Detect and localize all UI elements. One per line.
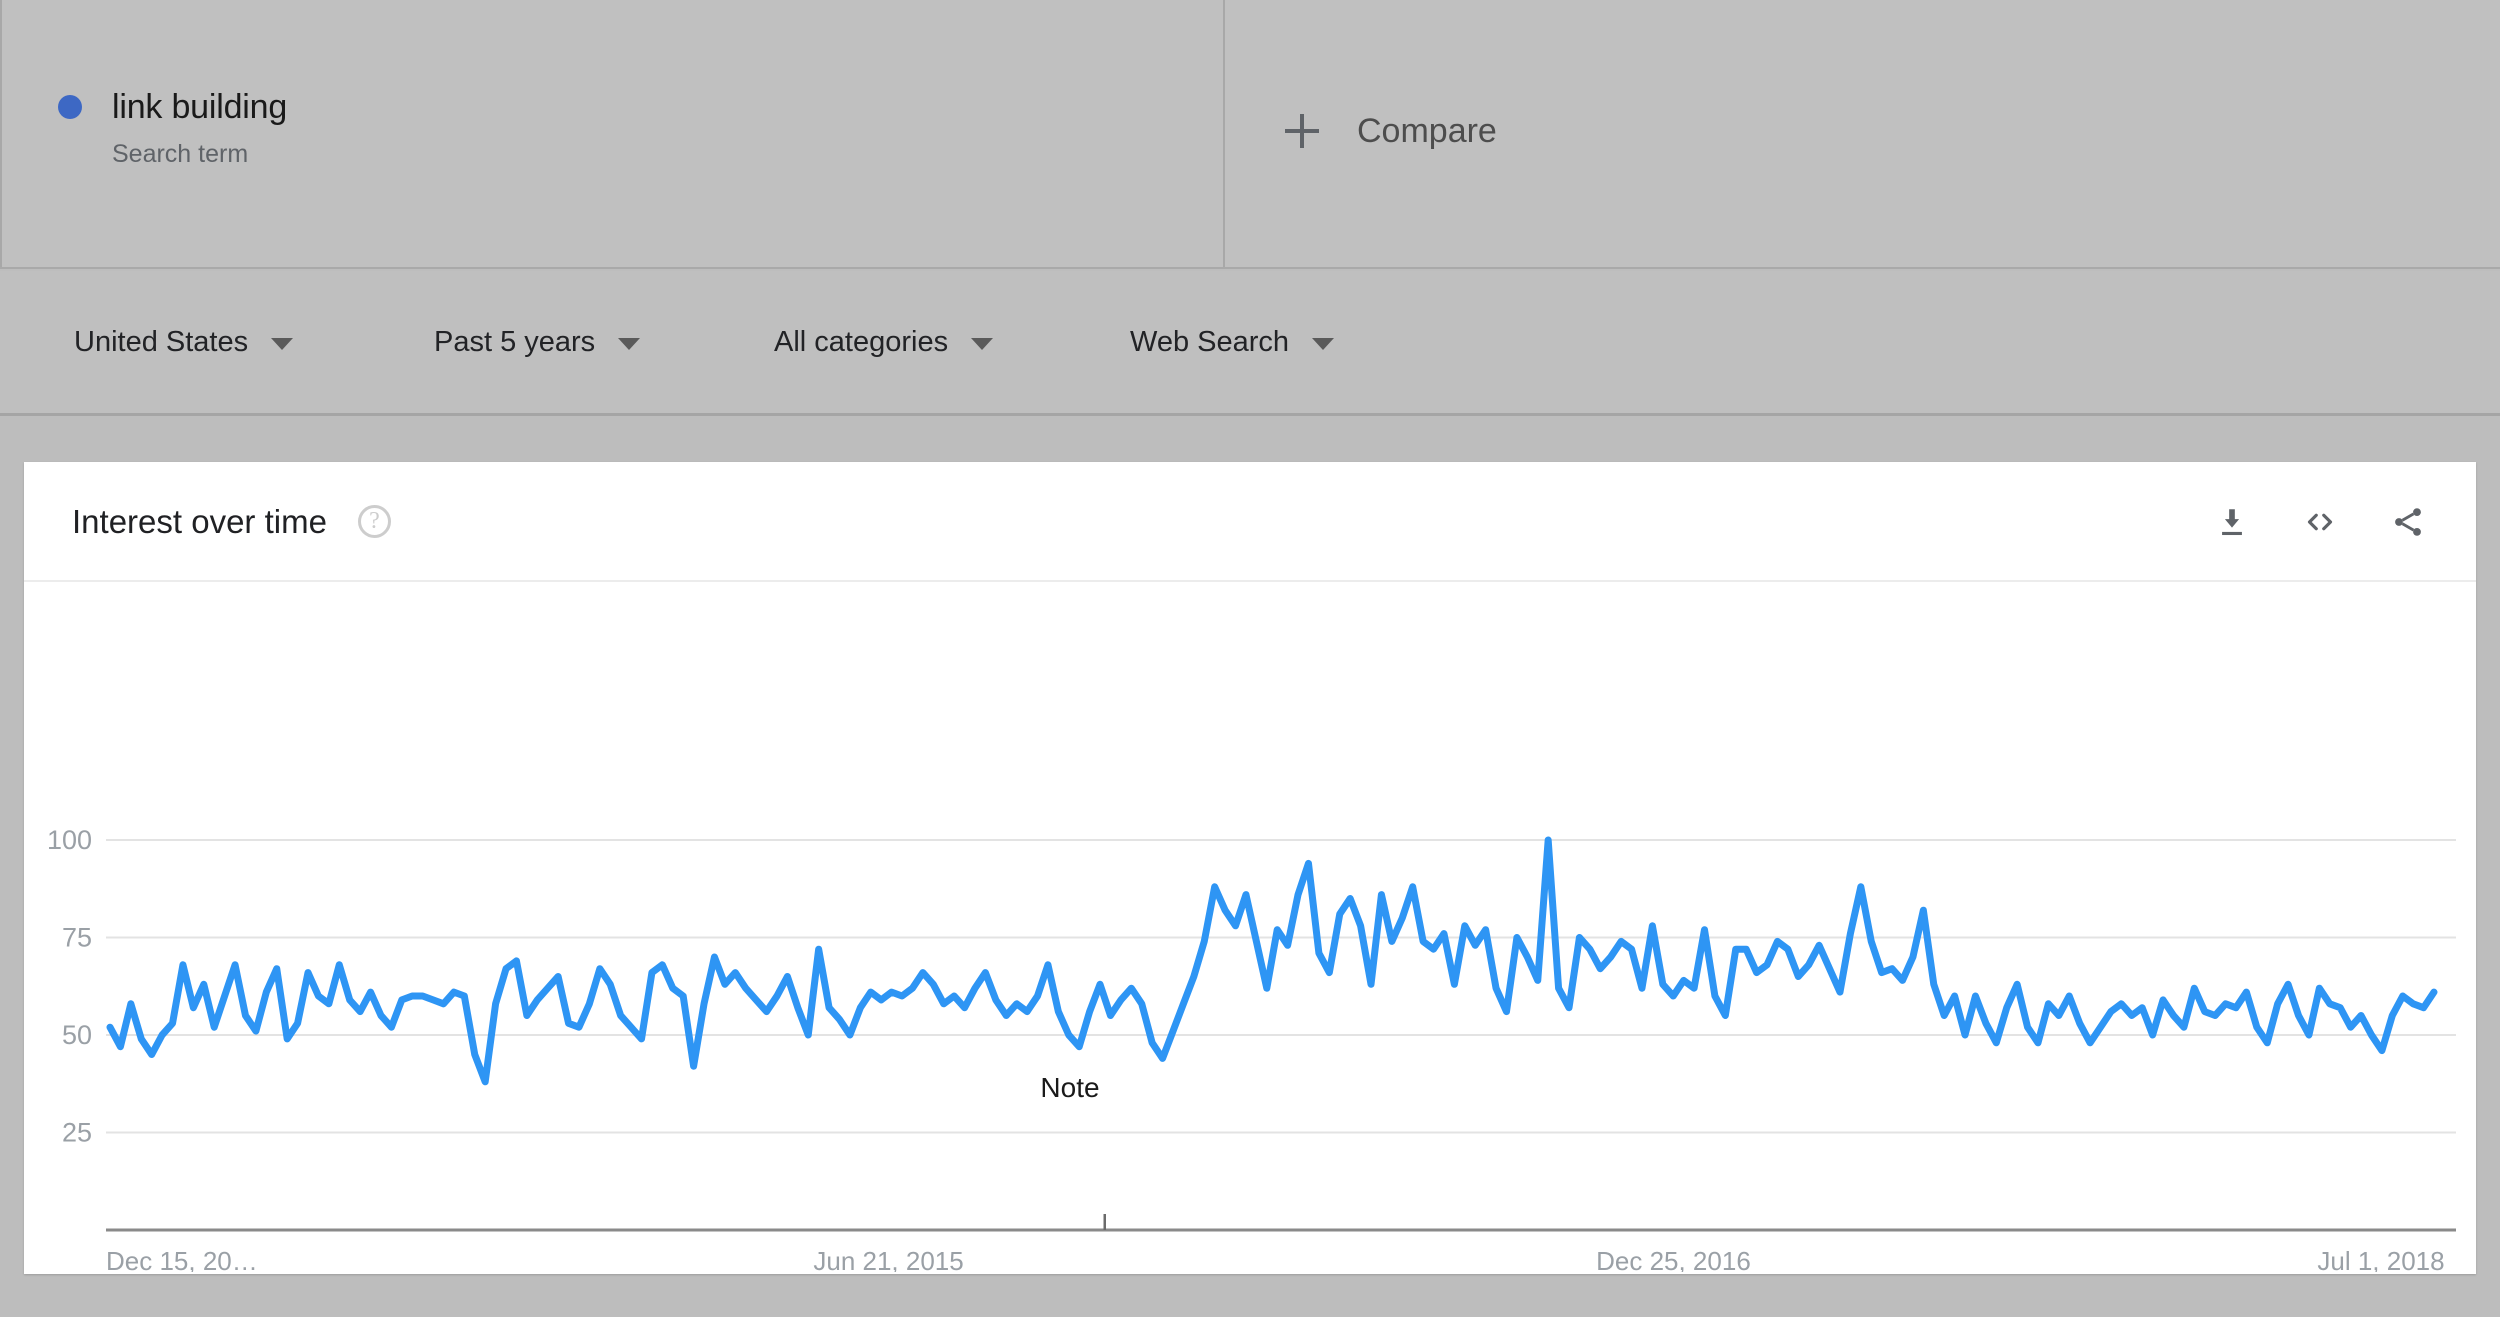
download-icon[interactable] (2212, 502, 2252, 542)
y-axis-tick-label: 50 (62, 1020, 92, 1050)
x-axis-tick-label: Dec 25, 2016 (1596, 1246, 1751, 1272)
filter-search-type[interactable]: Web Search (1130, 328, 1334, 357)
filter-search-type-label: Web Search (1130, 328, 1289, 357)
search-term-subtitle: Search term (112, 142, 287, 167)
interest-over-time-card: Interest over time ? (24, 462, 2476, 1274)
chevron-down-icon (971, 338, 993, 350)
filter-category[interactable]: All categories (774, 328, 993, 357)
embed-code-icon[interactable] (2300, 502, 2340, 542)
share-icon[interactable] (2388, 502, 2428, 542)
search-term-bar: link building Search term Compare (0, 0, 2500, 269)
card-actions (2212, 462, 2428, 582)
compare-card[interactable]: Compare (1225, 0, 2500, 267)
chevron-down-icon (1312, 338, 1334, 350)
filter-time-range-label: Past 5 years (434, 328, 595, 357)
compare-label: Compare (1357, 114, 1497, 148)
help-icon[interactable]: ? (358, 505, 391, 538)
x-axis-tick-label: Jul 1, 2018 (2317, 1246, 2444, 1272)
chevron-down-icon (618, 338, 640, 350)
chart-line-link-building (110, 840, 2434, 1082)
series-color-dot-icon (58, 95, 82, 119)
x-axis-tick-label: Jun 21, 2015 (813, 1246, 963, 1272)
interest-over-time-chart[interactable]: 25 50 75 100 Dec 15, 20… Jun 21, 2015 Dec 25, … (24, 582, 2476, 1272)
filter-category-label: All categories (774, 328, 948, 357)
chart-note-annotation[interactable]: Note (1000, 1074, 1140, 1102)
filter-location[interactable]: United States (74, 328, 293, 357)
card-title-group: Interest over time ? (24, 505, 391, 538)
x-axis-tick-label: Dec 15, 20… (106, 1246, 258, 1272)
filter-location-label: United States (74, 328, 248, 357)
y-axis-tick-label: 25 (62, 1118, 92, 1148)
card-header: Interest over time ? (24, 462, 2476, 582)
search-term-title: link building (112, 90, 287, 124)
plus-icon (1285, 114, 1319, 148)
add-compare-button[interactable]: Compare (1225, 114, 1497, 148)
filter-time-range[interactable]: Past 5 years (434, 328, 640, 357)
y-axis-tick-label: 100 (47, 825, 92, 855)
search-term-row: link building (58, 90, 287, 124)
search-term-content: link building Search term (2, 90, 287, 167)
search-term-card[interactable]: link building Search term (0, 0, 1225, 267)
page-title: Interest over time (72, 505, 327, 538)
filter-bar: United States Past 5 years All categorie… (0, 271, 2500, 416)
chart-canvas: 25 50 75 100 Dec 15, 20… Jun 21, 2015 Dec 25, … (24, 582, 2476, 1272)
y-axis-tick-label: 75 (62, 923, 92, 953)
chevron-down-icon (271, 338, 293, 350)
